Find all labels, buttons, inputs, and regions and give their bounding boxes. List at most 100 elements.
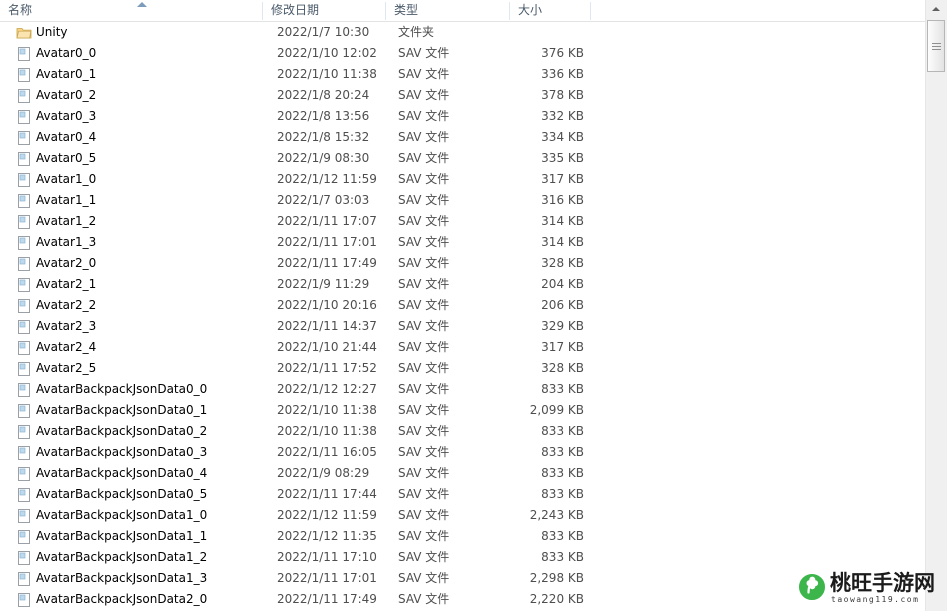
table-row[interactable]: AvatarBackpackJsonData1_1 2022/1/12 11:35… — [0, 526, 925, 547]
sav-file-icon — [16, 130, 32, 146]
file-name-cell: AvatarBackpackJsonData0_2 — [36, 424, 208, 438]
date-modified-cell: 2022/1/12 11:59 — [277, 508, 377, 522]
file-name-cell: AvatarBackpackJsonData0_1 — [36, 403, 208, 417]
file-name-cell: AvatarBackpackJsonData0_4 — [36, 466, 208, 480]
table-row[interactable]: AvatarBackpackJsonData0_5 2022/1/11 17:44… — [0, 484, 925, 505]
table-row[interactable]: AvatarBackpackJsonData0_3 2022/1/11 16:05… — [0, 442, 925, 463]
file-name-cell: Avatar2_4 — [36, 340, 97, 354]
scrollbar-thumb[interactable] — [927, 20, 945, 72]
column-header-type[interactable]: 类型 — [386, 0, 509, 21]
table-row[interactable]: Avatar1_0 2022/1/12 11:59 SAV 文件 317 KB — [0, 169, 925, 190]
file-name-cell: Avatar0_0 — [36, 46, 97, 60]
table-row[interactable]: AvatarBackpackJsonData2_0 2022/1/11 17:49… — [0, 589, 925, 610]
scroll-up-button[interactable] — [926, 0, 947, 18]
date-modified-cell: 2022/1/10 11:38 — [277, 403, 377, 417]
table-row[interactable]: Avatar1_2 2022/1/11 17:07 SAV 文件 314 KB — [0, 211, 925, 232]
date-modified-cell: 2022/1/11 17:10 — [277, 550, 377, 564]
file-name-cell: Avatar0_4 — [36, 130, 97, 144]
table-row[interactable]: Avatar2_1 2022/1/9 11:29 SAV 文件 204 KB — [0, 274, 925, 295]
scroll-up-arrow-icon — [932, 7, 940, 11]
date-modified-cell: 2022/1/10 11:38 — [277, 424, 377, 438]
file-list-area[interactable]: 名称 修改日期 类型 大小 Unity 2022/1/7 10:30 文件夹 Avat… — [0, 0, 925, 611]
file-size-cell: 314 KB — [541, 235, 584, 249]
date-modified-cell: 2022/1/9 11:29 — [277, 277, 370, 291]
sav-file-icon — [16, 214, 32, 230]
table-row[interactable]: AvatarBackpackJsonData0_0 2022/1/12 12:27… — [0, 379, 925, 400]
file-name-cell: Avatar2_5 — [36, 361, 97, 375]
file-size-cell: 833 KB — [541, 487, 584, 501]
sav-file-icon — [16, 592, 32, 608]
sav-file-icon — [16, 109, 32, 125]
file-size-cell: 2,243 KB — [529, 508, 584, 522]
date-modified-cell: 2022/1/11 17:49 — [277, 256, 377, 270]
sav-file-icon — [16, 361, 32, 377]
file-size-cell: 378 KB — [541, 88, 584, 102]
file-name-cell: AvatarBackpackJsonData1_1 — [36, 529, 208, 543]
sav-file-icon — [16, 88, 32, 104]
column-header-name[interactable]: 名称 — [0, 0, 262, 21]
sav-file-icon — [16, 340, 32, 356]
file-size-cell: 2,220 KB — [529, 592, 584, 606]
file-name-cell: Avatar0_3 — [36, 109, 97, 123]
file-name-cell: Avatar2_3 — [36, 319, 97, 333]
column-divider-4[interactable] — [590, 2, 591, 20]
file-name-cell: AvatarBackpackJsonData0_3 — [36, 445, 208, 459]
file-size-cell: 376 KB — [541, 46, 584, 60]
file-size-cell: 336 KB — [541, 67, 584, 81]
file-size-cell: 317 KB — [541, 340, 584, 354]
table-row[interactable]: Unity 2022/1/7 10:30 文件夹 — [0, 22, 925, 43]
file-size-cell: 204 KB — [541, 277, 584, 291]
table-row[interactable]: Avatar1_1 2022/1/7 03:03 SAV 文件 316 KB — [0, 190, 925, 211]
vertical-scrollbar[interactable] — [925, 0, 947, 611]
file-size-cell: 335 KB — [541, 151, 584, 165]
file-size-cell: 329 KB — [541, 319, 584, 333]
date-modified-cell: 2022/1/8 13:56 — [277, 109, 370, 123]
file-name-cell: AvatarBackpackJsonData2_0 — [36, 592, 208, 606]
file-name-cell: Avatar1_2 — [36, 214, 97, 228]
sav-file-icon — [16, 403, 32, 419]
table-row[interactable]: Avatar0_5 2022/1/9 08:30 SAV 文件 335 KB — [0, 148, 925, 169]
table-row[interactable]: AvatarBackpackJsonData1_2 2022/1/11 17:10… — [0, 547, 925, 568]
file-size-cell: 833 KB — [541, 382, 584, 396]
table-row[interactable]: Avatar0_3 2022/1/8 13:56 SAV 文件 332 KB — [0, 106, 925, 127]
sav-file-icon — [16, 172, 32, 188]
sav-file-icon — [16, 319, 32, 335]
date-modified-cell: 2022/1/7 10:30 — [277, 25, 370, 39]
date-modified-cell: 2022/1/12 11:59 — [277, 172, 377, 186]
file-size-cell: 316 KB — [541, 193, 584, 207]
table-row[interactable]: AvatarBackpackJsonData1_0 2022/1/12 11:59… — [0, 505, 925, 526]
column-header-size[interactable]: 大小 — [510, 0, 590, 21]
table-row[interactable]: Avatar2_0 2022/1/11 17:49 SAV 文件 328 KB — [0, 253, 925, 274]
column-header-date-modified[interactable]: 修改日期 — [263, 0, 385, 21]
table-row[interactable]: Avatar0_4 2022/1/8 15:32 SAV 文件 334 KB — [0, 127, 925, 148]
sav-file-icon — [16, 445, 32, 461]
table-row[interactable]: Avatar2_5 2022/1/11 17:52 SAV 文件 328 KB — [0, 358, 925, 379]
table-row[interactable]: Avatar0_1 2022/1/10 11:38 SAV 文件 336 KB — [0, 64, 925, 85]
file-explorer-window: 名称 修改日期 类型 大小 Unity 2022/1/7 10:30 文件夹 Avat… — [0, 0, 947, 611]
table-row[interactable]: Avatar0_0 2022/1/10 12:02 SAV 文件 376 KB — [0, 43, 925, 64]
table-row[interactable]: AvatarBackpackJsonData1_3 2022/1/11 17:01… — [0, 568, 925, 589]
scrollbar-grip-icon — [932, 43, 941, 50]
table-row[interactable]: AvatarBackpackJsonData0_2 2022/1/10 11:38… — [0, 421, 925, 442]
file-size-cell: 328 KB — [541, 361, 584, 375]
date-modified-cell: 2022/1/11 17:01 — [277, 571, 377, 585]
file-size-cell: 833 KB — [541, 550, 584, 564]
date-modified-cell: 2022/1/8 20:24 — [277, 88, 370, 102]
table-row[interactable]: Avatar2_3 2022/1/11 14:37 SAV 文件 329 KB — [0, 316, 925, 337]
table-row[interactable]: Avatar2_4 2022/1/10 21:44 SAV 文件 317 KB — [0, 337, 925, 358]
scrollbar-track[interactable] — [926, 18, 947, 611]
date-modified-cell: 2022/1/11 17:01 — [277, 235, 377, 249]
table-row[interactable]: Avatar1_3 2022/1/11 17:01 SAV 文件 314 KB — [0, 232, 925, 253]
file-size-cell: 833 KB — [541, 445, 584, 459]
sav-file-icon — [16, 151, 32, 167]
date-modified-cell: 2022/1/11 17:44 — [277, 487, 377, 501]
file-name-cell: Unity — [36, 25, 68, 39]
table-row[interactable]: Avatar2_2 2022/1/10 20:16 SAV 文件 206 KB — [0, 295, 925, 316]
table-row[interactable]: AvatarBackpackJsonData0_4 2022/1/9 08:29 S… — [0, 463, 925, 484]
table-row[interactable]: AvatarBackpackJsonData0_1 2022/1/10 11:38… — [0, 400, 925, 421]
sav-file-icon — [16, 298, 32, 314]
sav-file-icon — [16, 256, 32, 272]
sav-file-icon — [16, 466, 32, 482]
table-row[interactable]: Avatar0_2 2022/1/8 20:24 SAV 文件 378 KB — [0, 85, 925, 106]
file-name-cell: Avatar2_0 — [36, 256, 97, 270]
